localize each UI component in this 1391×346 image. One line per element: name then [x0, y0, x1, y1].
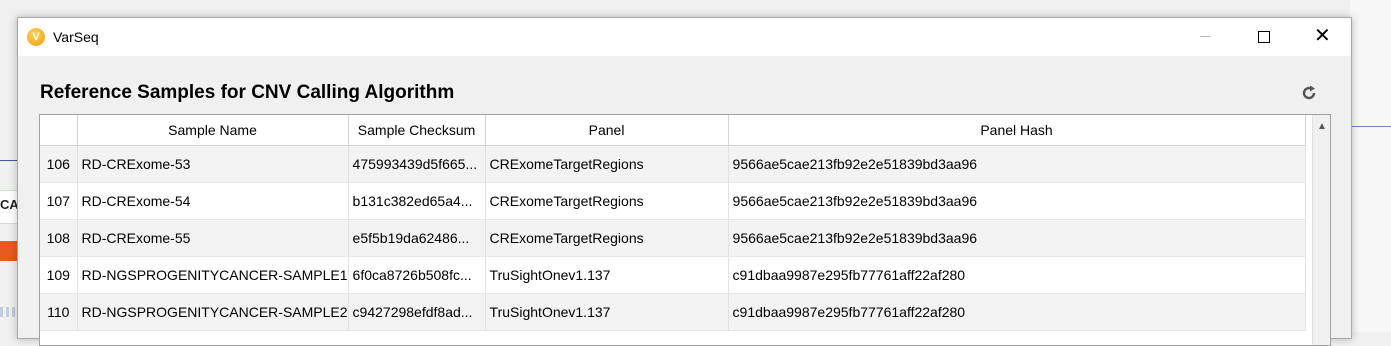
header-panel[interactable]: Panel [485, 115, 729, 146]
minimize-button[interactable] [1176, 18, 1234, 56]
cell-panel: CRExomeTargetRegions [485, 182, 729, 220]
cell-sample-name: RD-CRExome-53 [77, 145, 349, 183]
header-panel-hash[interactable]: Panel Hash [728, 115, 1306, 146]
title-bar[interactable]: V VarSeq ✕ [18, 18, 1351, 56]
cell-checksum: c9427298efdf8ad... [348, 293, 486, 331]
table-row[interactable]: 106 RD-CRExome-53 475993439d5f665... CRE… [40, 145, 1306, 183]
maximize-button[interactable] [1234, 18, 1292, 56]
header-sample-checksum[interactable]: Sample Checksum [348, 115, 486, 146]
vertical-scrollbar[interactable]: ▲ [1312, 115, 1330, 345]
cell-panel: TruSightOnev1.137 [485, 256, 729, 294]
maximize-icon [1258, 31, 1270, 43]
chevron-up-icon[interactable]: ▲ [1317, 121, 1327, 132]
cell-checksum: e5f5b19da62486... [348, 219, 486, 257]
cell-panel: TruSightOnev1.137 [485, 293, 729, 331]
table-header-row: Sample Name Sample Checksum Panel Panel … [40, 115, 1306, 146]
table-row[interactable]: 109 RD-NGSPROGENITYCANCER-SAMPLE1 6f0ca8… [40, 256, 1306, 294]
table-row[interactable]: 107 RD-CRExome-54 b131c382ed65a4... CREx… [40, 182, 1306, 220]
cell-checksum: 475993439d5f665... [348, 145, 486, 183]
reference-samples-table: Sample Name Sample Checksum Panel Panel … [39, 114, 1331, 346]
refresh-icon[interactable] [1300, 84, 1318, 102]
page-title: Reference Samples for CNV Calling Algori… [40, 82, 455, 103]
row-index: 107 [40, 182, 78, 220]
close-button[interactable]: ✕ [1292, 18, 1350, 56]
row-index: 108 [40, 219, 78, 257]
close-icon: ✕ [1314, 25, 1331, 47]
window-title: VarSeq [53, 29, 99, 45]
header-sample-name[interactable]: Sample Name [77, 115, 349, 146]
header-index [40, 115, 78, 146]
cell-panel: CRExomeTargetRegions [485, 219, 729, 257]
minimize-icon [1200, 36, 1211, 37]
cell-panel-hash: 9566ae5cae213fb92e2e51839bd3aa96 [728, 219, 1306, 257]
varseq-dialog: V VarSeq ✕ Reference Samples for CNV Cal… [17, 17, 1352, 346]
cell-checksum: b131c382ed65a4... [348, 182, 486, 220]
bg-fragment-text: CA [0, 197, 19, 212]
cell-sample-name: RD-NGSPROGENITYCANCER-SAMPLE1 [77, 256, 349, 294]
row-index: 106 [40, 145, 78, 183]
cell-panel-hash: c91dbaa9987e295fb77761aff22af280 [728, 256, 1306, 294]
cell-panel-hash: 9566ae5cae213fb92e2e51839bd3aa96 [728, 182, 1306, 220]
cell-panel: CRExomeTargetRegions [485, 145, 729, 183]
cell-panel-hash: c91dbaa9987e295fb77761aff22af280 [728, 293, 1306, 331]
table-row[interactable]: 110 RD-NGSPROGENITYCANCER-SAMPLE2 c94272… [40, 293, 1306, 331]
bg-right-panel [1350, 0, 1391, 332]
cell-checksum: 6f0ca8726b508fc... [348, 256, 486, 294]
cell-panel-hash: 9566ae5cae213fb92e2e51839bd3aa96 [728, 145, 1306, 183]
table-row[interactable]: 108 RD-CRExome-55 e5f5b19da62486... CREx… [40, 219, 1306, 257]
varseq-logo-icon: V [27, 28, 45, 46]
row-index: 110 [40, 293, 78, 331]
cell-sample-name: RD-CRExome-54 [77, 182, 349, 220]
row-index: 109 [40, 256, 78, 294]
cell-sample-name: RD-CRExome-55 [77, 219, 349, 257]
cell-sample-name: RD-NGSPROGENITYCANCER-SAMPLE2 [77, 293, 349, 331]
